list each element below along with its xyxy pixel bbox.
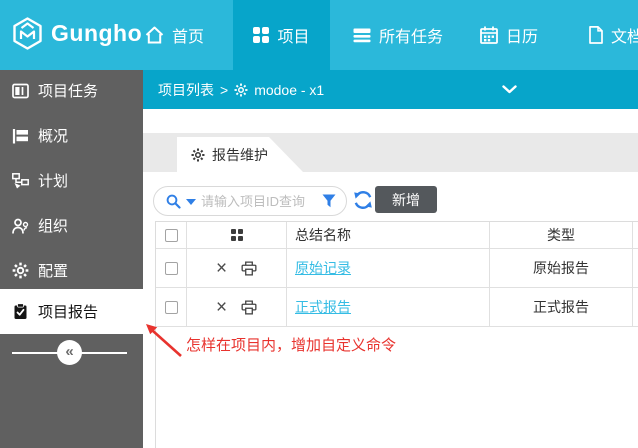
tab-strip: 报告维护 bbox=[143, 133, 638, 172]
plan-icon bbox=[12, 173, 29, 189]
tasks-icon bbox=[353, 28, 371, 43]
sidebar-item-config[interactable]: 配置 bbox=[0, 248, 143, 293]
sidebar-item-organization[interactable]: 组织 bbox=[0, 203, 143, 248]
nav-label: 文档 bbox=[611, 23, 638, 47]
row-checkbox[interactable] bbox=[165, 262, 178, 275]
collapse-glyph: « bbox=[65, 343, 73, 360]
delete-icon[interactable]: × bbox=[216, 298, 227, 317]
print-icon[interactable] bbox=[241, 300, 257, 315]
sidebar: 项目任务 概况 计划 bbox=[0, 70, 143, 448]
document-icon bbox=[588, 26, 603, 44]
breadcrumb-section[interactable]: 项目列表 bbox=[158, 80, 214, 100]
logo-text: Gungho bbox=[51, 20, 142, 47]
topbar: Gungho 首页 项目 所有任务 bbox=[0, 0, 638, 70]
header-type-cell: 类型 bbox=[490, 222, 633, 248]
search-box[interactable] bbox=[153, 186, 347, 216]
print-icon[interactable] bbox=[241, 261, 257, 276]
table-row: × 原始记录 原始报告 bbox=[156, 249, 638, 288]
report-type: 正式报告 bbox=[490, 288, 633, 326]
nav-item-home[interactable]: 首页 bbox=[131, 0, 218, 70]
gear-icon bbox=[234, 83, 248, 97]
search-mode-caret-icon[interactable] bbox=[186, 199, 196, 205]
app-window: Gungho 首页 项目 所有任务 bbox=[0, 0, 638, 448]
sidebar-item-label: 项目报告 bbox=[38, 301, 98, 322]
grid-icon bbox=[253, 27, 269, 43]
nav-item-calendar[interactable]: 日历 bbox=[466, 0, 552, 70]
sidebar-item-label: 项目任务 bbox=[38, 80, 98, 101]
breadcrumb-project[interactable]: modoe - x1 bbox=[254, 82, 324, 98]
annotation-text: 怎样在项目内，增加自定义命令 bbox=[186, 334, 396, 355]
table-row: × 正式报告 正式报告 bbox=[156, 288, 638, 327]
tab-report-maintenance[interactable]: 报告维护 bbox=[177, 137, 303, 172]
sidebar-item-label: 配置 bbox=[38, 260, 68, 281]
gear-icon bbox=[12, 262, 29, 279]
breadcrumb: 项目列表 > modoe - x1 bbox=[143, 70, 638, 109]
chevron-down-icon[interactable] bbox=[502, 85, 517, 94]
refresh-icon[interactable] bbox=[352, 189, 374, 211]
nav-item-documents[interactable]: 文档 bbox=[574, 0, 638, 70]
nav-label: 日历 bbox=[506, 23, 538, 47]
sidebar-item-project-tasks[interactable]: 项目任务 bbox=[0, 68, 143, 113]
sidebar-item-overview[interactable]: 概况 bbox=[0, 113, 143, 158]
search-icon[interactable] bbox=[166, 194, 181, 209]
sidebar-item-label: 概况 bbox=[38, 125, 68, 146]
report-icon bbox=[12, 303, 29, 320]
header-select-cell bbox=[156, 222, 187, 248]
sidebar-item-project-report[interactable]: 项目报告 bbox=[0, 289, 143, 334]
tab-label: 报告维护 bbox=[212, 145, 268, 165]
filter-icon[interactable] bbox=[322, 194, 336, 208]
nav-label: 首页 bbox=[172, 23, 204, 47]
organization-icon bbox=[12, 218, 29, 234]
sidebar-item-label: 组织 bbox=[38, 215, 68, 236]
sidebar-item-label: 计划 bbox=[38, 170, 68, 191]
report-type: 原始报告 bbox=[490, 249, 633, 287]
logo: Gungho bbox=[12, 17, 142, 50]
calendar-icon bbox=[480, 26, 498, 44]
header-name-cell: 总结名称 bbox=[287, 222, 490, 248]
nav-label: 项目 bbox=[277, 23, 309, 47]
board-icon bbox=[12, 83, 29, 99]
nav-item-project[interactable]: 项目 bbox=[233, 0, 330, 70]
report-table: 总结名称 类型 × 原始记录 原始报告 × bbox=[156, 221, 638, 327]
actions-grid-icon bbox=[231, 229, 243, 241]
home-icon bbox=[145, 26, 164, 44]
sidebar-item-plan[interactable]: 计划 bbox=[0, 158, 143, 203]
gear-icon bbox=[191, 148, 205, 162]
select-all-checkbox[interactable] bbox=[165, 229, 178, 242]
row-checkbox[interactable] bbox=[165, 301, 178, 314]
sidebar-collapse-button[interactable]: « bbox=[57, 340, 82, 365]
breadcrumb-separator: > bbox=[220, 82, 228, 98]
gungho-logo-icon bbox=[12, 17, 43, 50]
nav-item-all-tasks[interactable]: 所有任务 bbox=[339, 0, 457, 70]
header-extra-cell bbox=[633, 222, 638, 248]
nav-label: 所有任务 bbox=[379, 23, 443, 47]
add-button[interactable]: 新增 bbox=[375, 186, 437, 213]
table-header-row: 总结名称 类型 bbox=[156, 222, 638, 249]
report-link[interactable]: 正式报告 bbox=[295, 297, 351, 317]
header-actions-cell bbox=[187, 222, 287, 248]
search-input[interactable] bbox=[201, 194, 317, 209]
report-link[interactable]: 原始记录 bbox=[295, 258, 351, 278]
overview-icon bbox=[12, 128, 29, 144]
delete-icon[interactable]: × bbox=[216, 259, 227, 278]
